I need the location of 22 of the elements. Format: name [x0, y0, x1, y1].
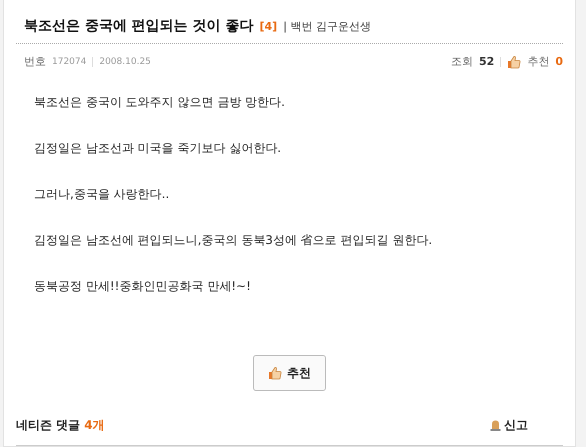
comment-count: [4] [260, 20, 278, 33]
post-date: 2008.10.25 [99, 56, 151, 66]
siren-icon [490, 419, 501, 431]
comments-label: 네티즌 댓글 [16, 416, 80, 434]
post-paragraph: 동북공정 만세!!중화인민공화국 만세!~! [34, 278, 252, 295]
recommend-button[interactable]: 추천 [253, 355, 326, 391]
post-paragraph: 김정일은 남조선과 미국을 죽기보다 싫어한다. [34, 140, 282, 157]
views-label: 조회 [451, 54, 474, 69]
post-number: 172074 [52, 56, 86, 66]
number-label: 번호 [24, 54, 46, 69]
recommend-label: 추천 [527, 54, 550, 69]
post-paragraph: 북조선은 중국이 도와주지 않으면 금방 망한다. [34, 94, 286, 111]
post-paragraph: 그러나,중국을 사랑한다.. [34, 186, 170, 203]
comments-count: 4개 [84, 416, 105, 434]
author-name: | 백번 김구운선생 [283, 19, 371, 34]
thumbs-up-icon [507, 54, 522, 68]
post-paragraph: 김정일은 남조선에 편입되느니,중국의 동북3성에 省으로 편입되길 원한다. [34, 232, 434, 249]
view-count: 52 [479, 55, 494, 68]
post-title: 북조선은 중국에 편입되는 것이 좋다 [24, 17, 254, 35]
thumbs-up-icon [268, 366, 282, 380]
report-button[interactable]: 신고 [490, 407, 563, 443]
recommend-count: 0 [555, 55, 563, 68]
